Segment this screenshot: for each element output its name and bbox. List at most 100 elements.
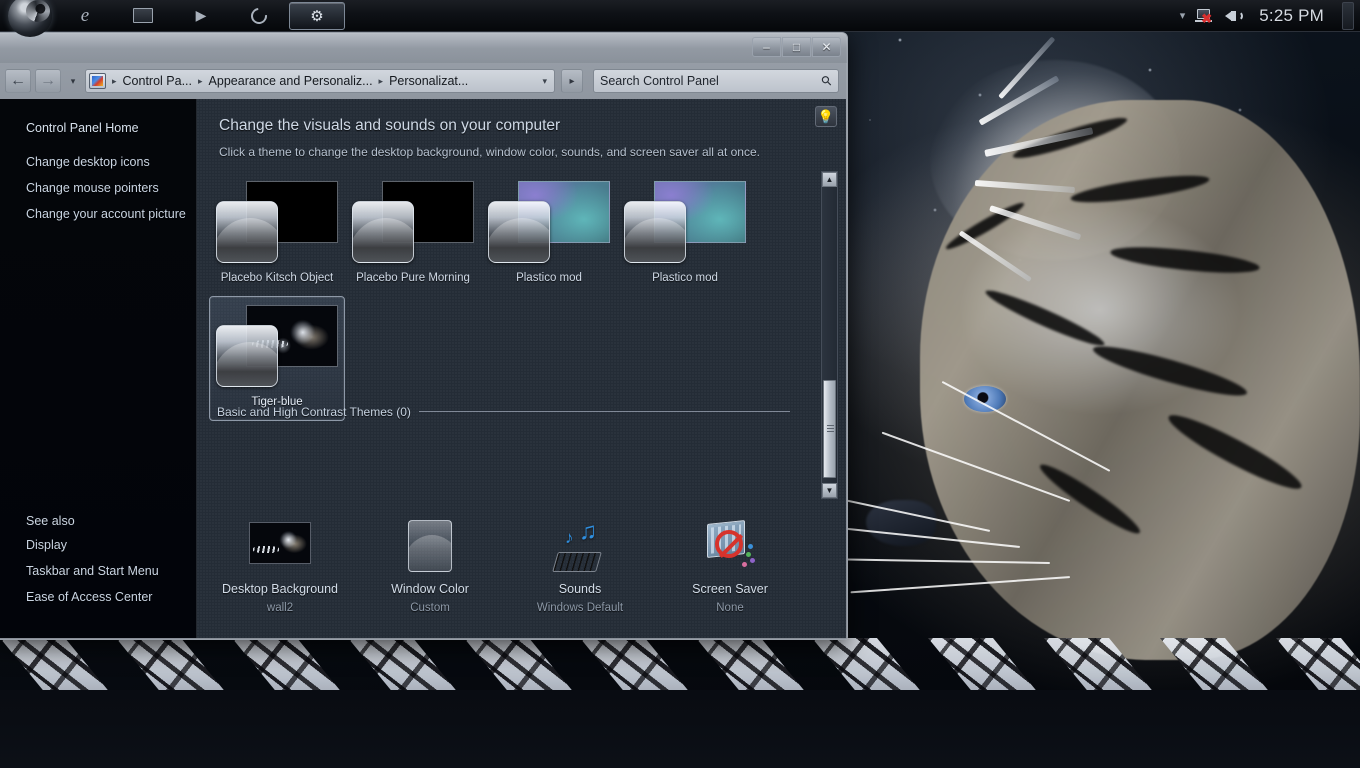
tiger-stripe: [1010, 111, 1130, 165]
ice-spike: [958, 230, 1032, 283]
theme-item-placebo-kitsch-object[interactable]: Placebo Kitsch Object: [209, 172, 345, 296]
search-input[interactable]: Search Control Panel: [600, 74, 822, 88]
tiger-fur: [920, 100, 1360, 660]
sidebar-item-change-mouse-pointers[interactable]: Change mouse pointers: [0, 175, 196, 201]
sidebar: Control Panel Home Change desktop icons …: [0, 99, 197, 638]
help-lightbulb-icon[interactable]: 💡: [815, 106, 837, 127]
taskbar-item-internet-explorer[interactable]: e: [57, 2, 113, 30]
start-orb-glyph: [26, 0, 50, 22]
show-desktop-button[interactable]: [1342, 1, 1354, 30]
start-button[interactable]: [0, 0, 56, 37]
window-titlebar[interactable]: – □ ✕: [0, 33, 847, 63]
page-subtitle: Click a theme to change the desktop back…: [219, 145, 760, 159]
close-button[interactable]: ✕: [812, 37, 841, 57]
taskbar-item-windows-explorer[interactable]: [115, 2, 171, 30]
breadcrumb-separator[interactable]: ▸: [194, 76, 207, 87]
setting-window-color[interactable]: Window Color Custom: [355, 520, 505, 614]
taskbar-clock[interactable]: 5:25 PM: [1253, 6, 1330, 26]
basic-themes-section-header: Basic and High Contrast Themes (0): [217, 405, 790, 419]
theme-item-plastico-mod-1[interactable]: Plastico mod: [481, 172, 617, 296]
tiger-stripe: [1109, 242, 1261, 278]
tiger-nose: [866, 500, 936, 546]
minimize-button[interactable]: –: [752, 37, 781, 57]
address-bar[interactable]: ▸ Control Pa... ▸ Appearance and Persona…: [85, 69, 555, 93]
setting-desktop-background[interactable]: Desktop Background wall2: [205, 520, 355, 614]
recent-pages-dropdown[interactable]: ▾: [65, 70, 81, 92]
tiger-wallpaper-art: [823, 60, 1360, 660]
breadcrumb-separator[interactable]: ▸: [375, 76, 388, 87]
forward-button[interactable]: →: [35, 69, 61, 93]
folder-icon: [133, 8, 153, 23]
taskbar-empty-area: [346, 0, 1180, 31]
setting-title[interactable]: Sounds: [559, 582, 601, 596]
scrollbar-grip-icon: [827, 425, 834, 432]
scroll-down-button[interactable]: ▼: [822, 483, 837, 498]
theme-list-scrollbar[interactable]: ▲ ▼: [821, 171, 838, 499]
play-icon: ▶: [195, 7, 207, 23]
ice-spike: [989, 205, 1082, 241]
see-also-title: See also: [26, 514, 75, 528]
sounds-icon: ♪ ♫: [549, 518, 611, 574]
ice-spike: [978, 75, 1060, 126]
taskbar-item-control-panel[interactable]: ⚙: [289, 1, 345, 30]
sidebar-item-ease-of-access-center[interactable]: Ease of Access Center: [0, 584, 196, 610]
theme-row: Placebo Kitsch Object Placebo Pure Morni…: [205, 172, 820, 296]
search-box[interactable]: Search Control Panel ⚲: [593, 69, 839, 93]
tiger-whisker: [941, 380, 1111, 472]
theme-item-placebo-pure-morning[interactable]: Placebo Pure Morning: [345, 172, 481, 296]
breadcrumb-control-panel[interactable]: Control Pa...: [121, 74, 194, 88]
theme-label: Plastico mod: [652, 271, 718, 284]
theme-item-tiger-blue[interactable]: Tiger-blue: [209, 296, 345, 421]
sidebar-item-display[interactable]: Display: [0, 532, 196, 558]
setting-title[interactable]: Desktop Background: [222, 582, 338, 596]
ice-spike: [984, 127, 1094, 157]
tiger-eye: [964, 386, 1006, 412]
setting-sounds[interactable]: ♪ ♫ Sounds Windows Default: [505, 518, 655, 614]
breadcrumb-separator[interactable]: ▸: [108, 76, 121, 87]
tray-overflow-icon[interactable]: ▾: [1180, 9, 1186, 22]
address-dropdown-icon[interactable]: ▾: [537, 76, 552, 87]
sidebar-item-control-panel-home[interactable]: Control Panel Home: [0, 115, 196, 149]
gear-icon: ⚙: [310, 7, 324, 25]
setting-screen-saver[interactable]: Screen Saver None: [655, 520, 805, 614]
setting-title[interactable]: Window Color: [391, 582, 469, 596]
system-tray: ▾ ✖ 5:25 PM: [1180, 0, 1360, 31]
sidebar-item-taskbar-start-menu[interactable]: Taskbar and Start Menu: [0, 558, 196, 584]
personalization-window[interactable]: – □ ✕ ← → ▾ ▸ Control Pa... ▸ Appearance…: [0, 32, 848, 640]
scroll-up-button[interactable]: ▲: [822, 172, 837, 187]
breadcrumb-appearance[interactable]: Appearance and Personaliz...: [207, 74, 375, 88]
sidebar-item-change-desktop-icons[interactable]: Change desktop icons: [0, 149, 196, 175]
sidebar-item-change-account-picture[interactable]: Change your account picture: [0, 201, 196, 227]
control-panel-icon: [89, 73, 106, 89]
basic-themes-label: Basic and High Contrast Themes (0): [217, 404, 411, 419]
tiger-stripe: [1069, 170, 1211, 208]
firefox-icon: [247, 4, 271, 27]
network-disconnected-icon[interactable]: ✖: [1195, 7, 1215, 25]
scrollbar-thumb[interactable]: [823, 380, 836, 478]
theme-item-plastico-mod-2[interactable]: Plastico mod: [617, 172, 753, 296]
window-color-icon: [399, 520, 461, 574]
tiger-stripe: [1090, 338, 1250, 404]
page-title: Change the visuals and sounds on your co…: [219, 117, 561, 134]
theme-viewport: Placebo Borderless Cold Placebo Borderle…: [205, 171, 820, 499]
setting-value: None: [716, 602, 744, 614]
theme-row: Tiger-blue: [205, 296, 820, 421]
volume-icon[interactable]: [1225, 8, 1244, 24]
ice-spike: [998, 36, 1056, 100]
taskbar-item-firefox[interactable]: [231, 2, 287, 30]
desktop-background-icon: [249, 520, 311, 574]
back-button[interactable]: ←: [5, 69, 31, 93]
theme-thumbnail: [214, 303, 340, 389]
maximize-button[interactable]: □: [782, 37, 811, 57]
section-divider: [418, 411, 790, 412]
taskbar-item-media-player[interactable]: ▶: [173, 2, 229, 30]
breadcrumb-personalization[interactable]: Personalizat...: [387, 74, 470, 88]
tiger-whisker: [830, 526, 1021, 548]
tiger-stripe: [982, 284, 1108, 352]
setting-title[interactable]: Screen Saver: [692, 582, 768, 596]
ice-speckle-decor: [840, 0, 1360, 500]
setting-value: wall2: [266, 602, 294, 614]
refresh-go-button[interactable]: ▸: [561, 69, 583, 93]
theme-grid: Placebo Borderless Cold Placebo Borderle…: [205, 171, 820, 421]
theme-label: Placebo Kitsch Object: [220, 271, 334, 284]
